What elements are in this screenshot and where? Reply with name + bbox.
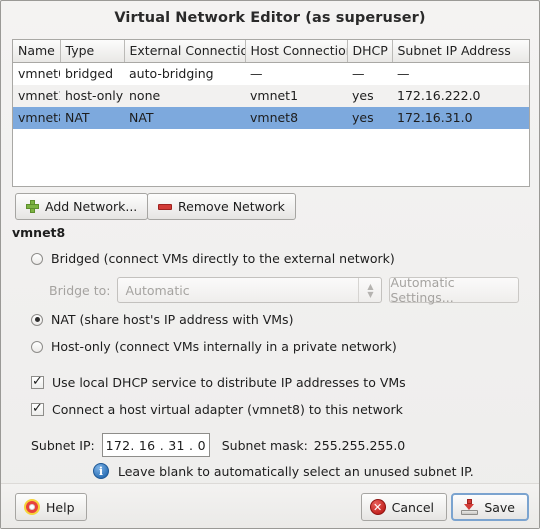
table-empty-area (13, 128, 529, 186)
dialog-button-bar: Help ✕ Cancel Save (1, 483, 539, 528)
remove-network-button[interactable]: Remove Network (147, 193, 296, 220)
window-title-bar: Virtual Network Editor (as superuser) (1, 1, 539, 35)
plus-icon (26, 200, 39, 213)
bridge-to-value: Automatic (125, 282, 190, 298)
bridge-to-label: Bridge to: (49, 282, 111, 298)
automatic-settings-button[interactable]: Automatic Settings... (389, 275, 520, 305)
checkbox-local-dhcp[interactable]: Use local DHCP service to distribute IP … (31, 374, 406, 390)
radio-nat-indicator (31, 313, 43, 326)
cell-type: bridged (60, 62, 124, 85)
subnet-hint: i Leave blank to automatically select an… (93, 463, 474, 479)
subnet-mask-value: 255.255.255.0 (313, 437, 406, 453)
table-row-selected[interactable]: vmnet8 NAT NAT vmnet8 yes 172.16.31.0 (13, 106, 529, 129)
cell-name: vmnet8 (13, 106, 60, 129)
cell-name: vmnet1 (13, 84, 60, 107)
cell-type: host-only (60, 84, 124, 107)
table-row[interactable]: vmnet0 bridged auto-bridging — — — (13, 62, 529, 85)
column-header-subnet-ip-address[interactable]: Subnet IP Address (392, 40, 529, 63)
cell-external-connection: NAT (124, 106, 245, 129)
minus-icon (158, 203, 172, 210)
close-circle-icon: ✕ (369, 499, 386, 515)
cell-host-connection: vmnet1 (245, 84, 347, 107)
column-header-dhcp[interactable]: DHCP (347, 40, 393, 63)
subnet-ip-value: 172. 16 . 31 . 0 (105, 437, 206, 453)
radio-nat-label: NAT (share host's IP address with VMs) (51, 312, 294, 327)
save-label: Save (484, 499, 515, 515)
help-button[interactable]: Help (15, 493, 87, 521)
cell-host-connection: — (245, 62, 347, 85)
remove-network-label: Remove Network (178, 199, 285, 214)
radio-bridged-indicator (31, 252, 43, 265)
cell-name: vmnet0 (13, 62, 60, 85)
checkbox-local-dhcp-label: Use local DHCP service to distribute IP … (52, 375, 406, 390)
checkbox-local-dhcp-indicator (31, 374, 44, 389)
cell-dhcp: — (347, 62, 392, 85)
cell-subnet-ip-address: 172.16.31.0 (392, 106, 529, 129)
save-button[interactable]: Save (451, 493, 529, 521)
subnet-ip-label: Subnet IP: (31, 437, 95, 453)
subnet-hint-text: Leave blank to automatically select an u… (118, 463, 474, 479)
subnet-mask-label: Subnet mask: (221, 437, 308, 453)
save-download-icon (461, 499, 479, 515)
add-network-button[interactable]: Add Network... (15, 193, 149, 220)
column-header-type[interactable]: Type (60, 40, 125, 63)
help-label: Help (46, 499, 75, 515)
automatic-settings-label: Automatic Settings... (390, 275, 455, 305)
virtual-network-editor-window: Virtual Network Editor (as superuser) Na… (0, 0, 540, 529)
add-network-label: Add Network... (45, 199, 138, 214)
cell-dhcp: yes (347, 106, 392, 129)
subnet-row: Subnet IP: 172. 16 . 31 . 0 Subnet mask:… (31, 433, 405, 457)
column-header-external-connection[interactable]: External Connection (124, 40, 246, 63)
radio-bridged-label: Bridged (connect VMs directly to the ext… (51, 251, 395, 266)
cell-host-connection: vmnet8 (245, 106, 347, 129)
bridge-to-row: Bridge to: Automatic ▲ ▼ Automatic Settin… (49, 275, 520, 305)
checkbox-host-virtual-adapter-label: Connect a host virtual adapter (vmnet8) … (52, 402, 403, 417)
radio-host-only[interactable]: Host-only (connect VMs internally in a p… (31, 339, 397, 354)
cancel-button[interactable]: ✕ Cancel (360, 493, 447, 521)
chevron-updown-icon[interactable]: ▲ ▼ (358, 278, 381, 302)
column-header-host-connection[interactable]: Host Connection (245, 40, 348, 63)
column-header-name[interactable]: Name (13, 40, 61, 63)
checkbox-host-virtual-adapter[interactable]: Connect a host virtual adapter (vmnet8) … (31, 401, 403, 417)
radio-bridged[interactable]: Bridged (connect VMs directly to the ext… (31, 251, 395, 266)
cell-subnet-ip-address: 172.16.222.0 (392, 84, 529, 107)
cell-external-connection: none (124, 84, 245, 107)
network-list-table[interactable]: Name Type External Connection Host Conne… (12, 39, 530, 187)
checkbox-host-virtual-adapter-indicator (31, 401, 44, 416)
cancel-label: Cancel (391, 499, 434, 515)
radio-nat[interactable]: NAT (share host's IP address with VMs) (31, 312, 293, 327)
radio-host-only-label: Host-only (connect VMs internally in a p… (51, 339, 397, 354)
selected-network-label: vmnet8 (12, 225, 66, 240)
cell-type: NAT (60, 106, 124, 129)
table-row[interactable]: vmnet1 host-only none vmnet1 yes 172.16.… (13, 84, 529, 107)
bridge-to-select[interactable]: Automatic ▲ ▼ (117, 277, 383, 303)
cell-subnet-ip-address: — (392, 62, 529, 85)
cell-external-connection: auto-bridging (124, 62, 245, 85)
radio-host-only-indicator (31, 340, 43, 353)
table-header-row: Name Type External Connection Host Conne… (13, 40, 529, 63)
subnet-ip-input[interactable]: 172. 16 . 31 . 0 (101, 433, 210, 457)
info-icon: i (93, 463, 109, 479)
cell-dhcp: yes (347, 84, 392, 107)
page-title: Virtual Network Editor (as superuser) (114, 10, 426, 26)
lifebuoy-icon (24, 499, 40, 515)
